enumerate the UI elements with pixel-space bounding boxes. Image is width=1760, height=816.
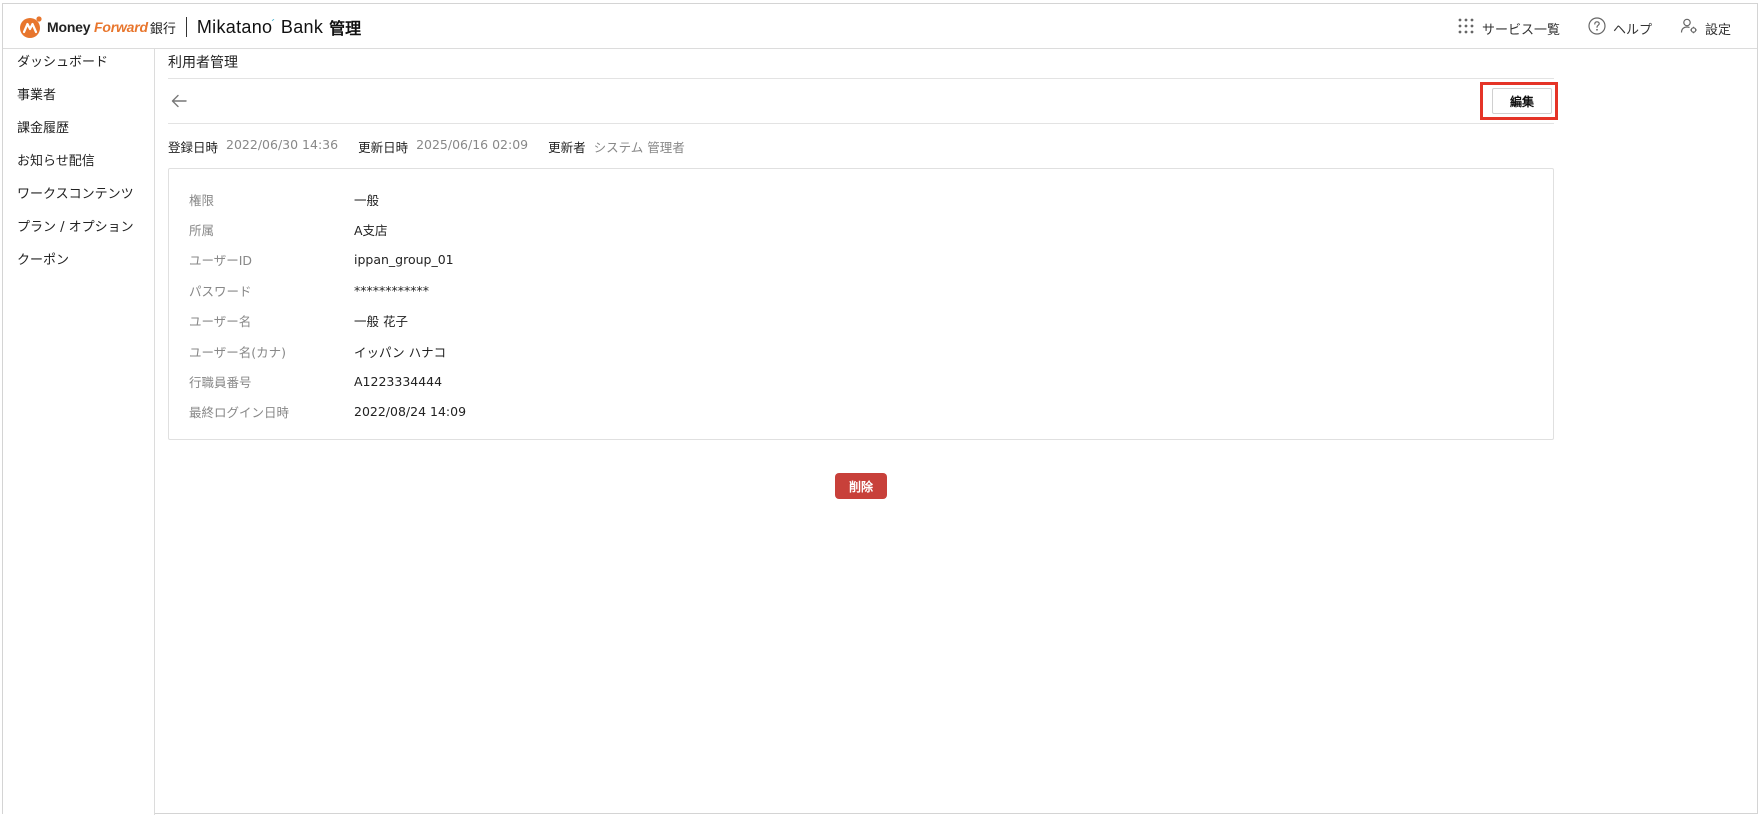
brand-mikatano-text: Mikatano — [196, 16, 273, 37]
detail-label: ユーザーID — [189, 253, 253, 269]
services-label: サービス一覧 — [1481, 22, 1560, 38]
detail-label: ユーザー名 — [189, 314, 252, 330]
settings-menu[interactable]: 設定 — [1680, 17, 1731, 39]
sidebar-item-plans-options[interactable]: プラン / オプション — [3, 211, 154, 244]
detail-label: 権限 — [189, 192, 215, 208]
brand-bank-en-text: Bank — [275, 16, 324, 37]
detail-row-permission: 権限 一般 — [189, 184, 1533, 214]
sidebar-item-coupons[interactable]: クーポン — [3, 244, 154, 277]
detail-label: 所属 — [189, 223, 215, 239]
brand-forward-text: Forward — [94, 19, 148, 35]
updated-by: 更新者 システム 管理者 — [548, 137, 685, 156]
edit-button[interactable]: 編集 — [1492, 88, 1552, 114]
brand-logo[interactable]: Money Forward 銀行 Mikatano´ Bank 管理 — [19, 15, 361, 39]
delete-area: 削除 — [168, 473, 1554, 499]
user-detail-card: 権限 一般 所属 A支店 ユーザーID ippan_group_01 パスワード… — [168, 168, 1554, 440]
detail-label: 行職員番号 — [189, 375, 252, 391]
detail-row-user-name-kana: ユーザー名(カナ) イッパン ハナコ — [189, 336, 1533, 366]
sidebar-item-businesses[interactable]: 事業者 — [3, 79, 154, 112]
settings-label: 設定 — [1704, 22, 1731, 38]
detail-label: 最終ログイン日時 — [189, 405, 290, 421]
brand-admin-text: 管理 — [329, 19, 362, 38]
money-forward-logo-icon — [19, 15, 43, 39]
detail-label: パスワード — [189, 283, 252, 299]
detail-row-user-name: ユーザー名 一般 花子 — [189, 306, 1533, 336]
services-menu[interactable]: サービス一覧 — [1457, 17, 1560, 39]
updated-at-label: 更新日時 — [358, 139, 409, 155]
detail-row-password: パスワード ************ — [189, 275, 1533, 305]
created-at-label: 登録日時 — [168, 139, 219, 155]
page-title: 利用者管理 — [168, 49, 1554, 79]
help-icon — [1588, 17, 1606, 39]
detail-value: ippan_group_01 — [354, 252, 454, 268]
sidebar-item-works-contents[interactable]: ワークスコンテンツ — [3, 178, 154, 211]
detail-row-user-id: ユーザーID ippan_group_01 — [189, 245, 1533, 275]
detail-value: 一般 花子 — [354, 314, 408, 330]
brand-money-text: Money — [47, 19, 95, 35]
user-settings-icon — [1680, 17, 1698, 39]
sidebar-item-billing-history[interactable]: 課金履歴 — [3, 112, 154, 145]
updated-by-label: 更新者 — [548, 139, 586, 155]
detail-value: イッパン ハナコ — [354, 344, 447, 360]
detail-row-branch: 所属 A支店 — [189, 214, 1533, 244]
sidebar: ダッシュボード 事業者 課金履歴 お知らせ配信 ワークスコンテンツ プラン / … — [3, 49, 155, 815]
header-nav: サービス一覧 ヘルプ 設定 — [1457, 17, 1731, 39]
brand-divider — [185, 17, 187, 37]
detail-toolbar: 編集 — [168, 79, 1558, 124]
app-window: Money Forward 銀行 Mikatano´ Bank 管理 サービス一… — [2, 3, 1758, 815]
updated-at: 更新日時 2025/06/16 02:09 — [358, 137, 528, 156]
grid-icon — [1457, 17, 1475, 39]
delete-button[interactable]: 削除 — [835, 473, 887, 499]
brand-money-forward: Money Forward — [47, 19, 148, 35]
detail-value: ************ — [354, 282, 429, 298]
brand-bank-text: 銀行 — [149, 21, 176, 37]
main-content: 利用者管理 編集 登録日時 2022/06/30 14:36 更新日時 2025… — [168, 49, 1558, 499]
detail-row-last-login: 最終ログイン日時 2022/08/24 14:09 — [189, 397, 1533, 427]
detail-row-employee-number: 行職員番号 A1223334444 — [189, 366, 1533, 396]
updated-by-value: システム 管理者 — [593, 139, 685, 155]
help-label: ヘルプ — [1612, 22, 1652, 38]
created-at-value: 2022/06/30 14:36 — [226, 136, 339, 152]
back-arrow-icon[interactable] — [170, 92, 188, 110]
updated-at-value: 2025/06/16 02:09 — [416, 136, 529, 152]
detail-value: 2022/08/24 14:09 — [354, 404, 467, 420]
sidebar-item-notifications[interactable]: お知らせ配信 — [3, 145, 154, 178]
sidebar-item-dashboard[interactable]: ダッシュボード — [3, 46, 154, 79]
created-at: 登録日時 2022/06/30 14:36 — [168, 137, 338, 156]
detail-value: A支店 — [354, 223, 388, 239]
help-menu[interactable]: ヘルプ — [1588, 17, 1652, 39]
top-header: Money Forward 銀行 Mikatano´ Bank 管理 サービス一… — [3, 4, 1757, 49]
record-meta: 登録日時 2022/06/30 14:36 更新日時 2025/06/16 02… — [168, 124, 1554, 168]
detail-value: 一般 — [354, 192, 380, 208]
detail-label: ユーザー名(カナ) — [189, 344, 287, 360]
brand-mikatano: Mikatano´ Bank — [197, 17, 323, 38]
detail-value: A1223334444 — [354, 374, 443, 390]
